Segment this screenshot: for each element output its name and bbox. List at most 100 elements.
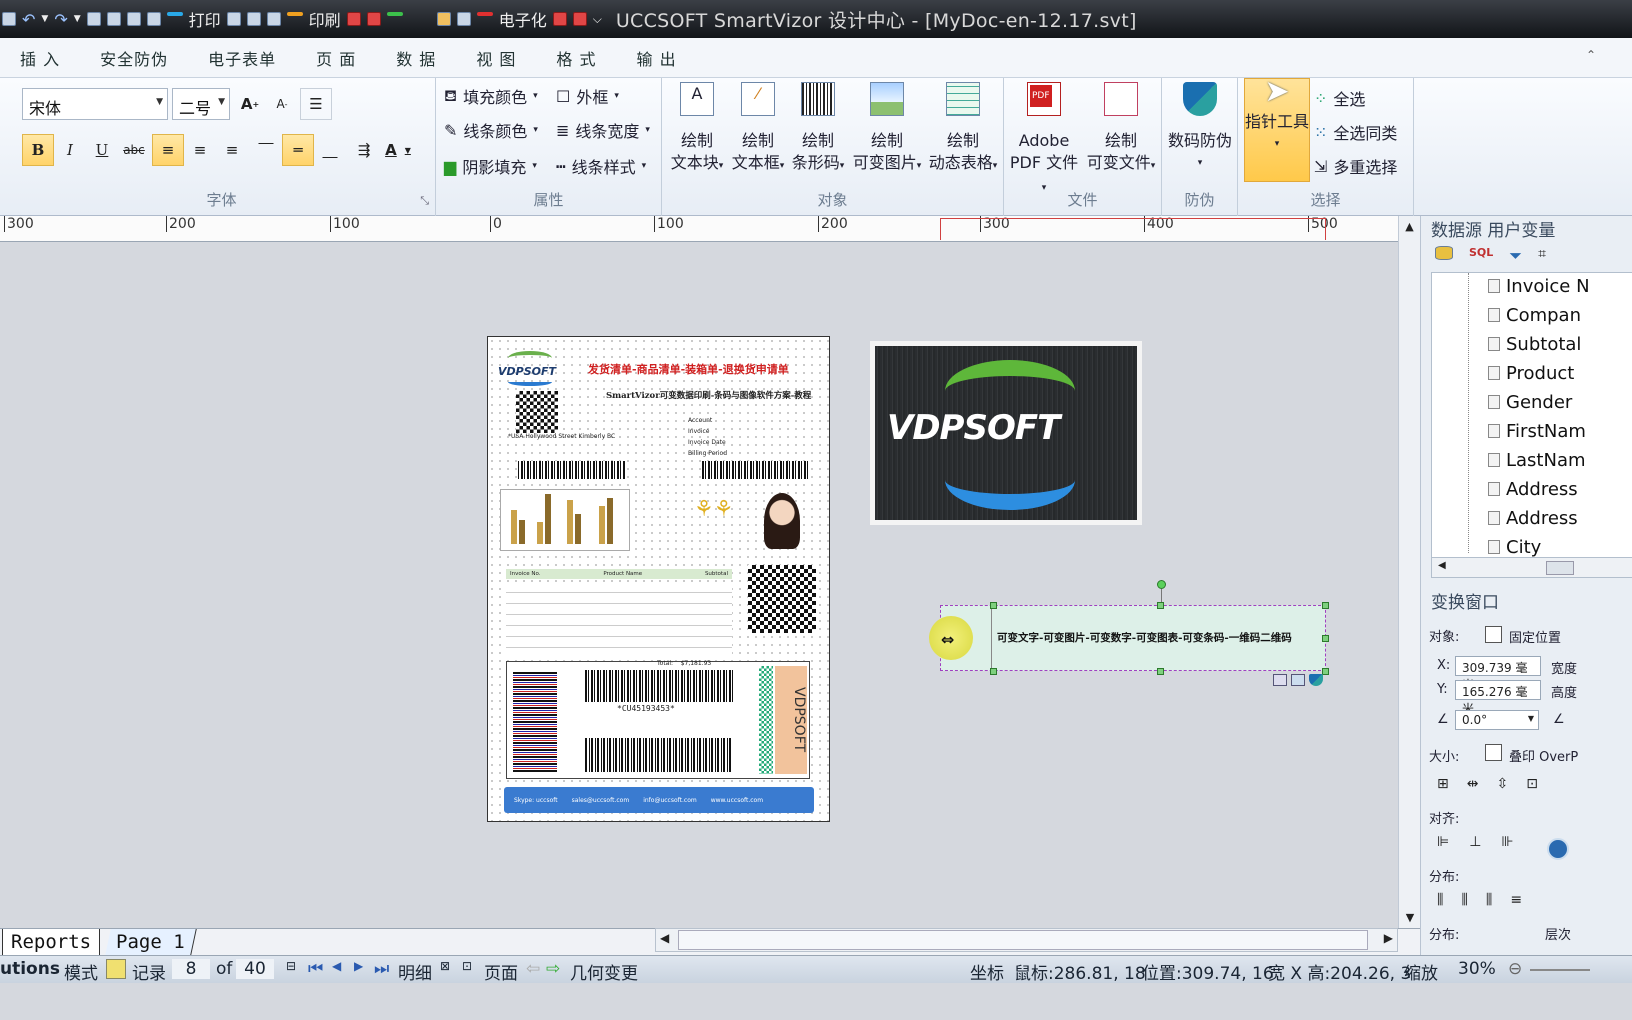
align-center-button[interactable]: ≡ bbox=[184, 134, 216, 166]
horizontal-scrollbar[interactable]: ◀ ▶ bbox=[655, 928, 1398, 952]
resize-handle[interactable] bbox=[990, 602, 997, 609]
digital-protect-button[interactable]: 数码防伪 ▾ bbox=[1164, 78, 1236, 188]
menu-format[interactable]: 格 式 bbox=[536, 46, 616, 70]
draw-barcode-button[interactable]: 绘制 条形码▾ bbox=[788, 78, 848, 188]
draw-variable-image-button[interactable]: 绘制 可变图片▾ bbox=[850, 78, 924, 188]
overprint-checkbox[interactable] bbox=[1485, 744, 1502, 761]
field-subtotal[interactable]: Subtotal bbox=[1488, 334, 1581, 355]
barcode-main[interactable] bbox=[585, 670, 733, 702]
database-link-icon[interactable] bbox=[1291, 674, 1305, 686]
field-city[interactable]: City bbox=[1488, 537, 1541, 558]
field-address2[interactable]: Address bbox=[1488, 508, 1578, 529]
scroll-right-icon[interactable]: ▶ bbox=[1384, 931, 1393, 945]
database-icon[interactable] bbox=[1435, 246, 1453, 260]
barcode-2[interactable] bbox=[702, 461, 810, 479]
scroll-thumb[interactable] bbox=[1546, 561, 1574, 575]
menu-output[interactable]: 输 出 bbox=[617, 46, 697, 70]
fill-color-button[interactable]: ⛾ 填充颜色 ▾ bbox=[444, 84, 538, 108]
distribute-center-icon[interactable]: ⫼ bbox=[1461, 892, 1467, 908]
earring-image[interactable]: ⚘⚘ bbox=[694, 497, 733, 541]
variable-text-object[interactable]: ⇔ 可变文字-可变图片-可变数字-可变图表-可变条码-一维码二维码 bbox=[929, 602, 1329, 686]
print-setup-icon[interactable] bbox=[226, 12, 241, 26]
customize-icon[interactable]: ⌵ bbox=[593, 12, 602, 27]
fit-both-icon[interactable]: ⊞ bbox=[1437, 776, 1449, 792]
print-button[interactable]: 打印 bbox=[189, 7, 221, 31]
grow-font-button[interactable]: A + bbox=[234, 88, 266, 120]
filter-icon[interactable]: ⏷ bbox=[1509, 246, 1522, 266]
scroll-thumb[interactable] bbox=[678, 930, 1368, 950]
field-company[interactable]: Compan bbox=[1488, 305, 1581, 326]
chevron-down-icon[interactable]: ▼ bbox=[74, 14, 81, 24]
valign-middle-button[interactable]: ═ bbox=[282, 134, 314, 166]
next-record-icon[interactable]: ▶ bbox=[354, 959, 363, 973]
record-current-input[interactable]: 8 bbox=[172, 959, 210, 979]
shrink-font-button[interactable]: A- bbox=[266, 88, 298, 120]
detail-prev-icon[interactable]: ⊠ bbox=[440, 959, 450, 973]
align-center-icon[interactable]: ⊥ bbox=[1469, 834, 1481, 850]
font-size-select[interactable]: 二号 ▼ bbox=[172, 88, 230, 120]
field-icon[interactable]: ⌗ bbox=[1538, 246, 1546, 266]
pdf-icon[interactable] bbox=[552, 12, 567, 26]
vdpsoft-logo-image[interactable]: VDPSOFT bbox=[870, 341, 1142, 525]
multi-select-button[interactable]: ⇲ 多重选择 bbox=[1314, 154, 1397, 178]
font-name-select[interactable]: 宋体 ▼ bbox=[22, 88, 168, 120]
scroll-up-icon[interactable]: ▲ bbox=[1399, 220, 1420, 233]
align-left-icon[interactable]: ⊫ bbox=[1437, 834, 1449, 850]
chevron-down-icon[interactable]: ▼ bbox=[41, 14, 48, 24]
page-setup-icon[interactable] bbox=[246, 12, 261, 26]
adobe-pdf-button[interactable]: PDF Adobe PDF 文件▾ bbox=[1008, 78, 1080, 193]
line-style-button[interactable]: ┅ 线条样式 ▾ bbox=[556, 154, 646, 178]
underline-button[interactable]: U bbox=[86, 134, 118, 166]
x-input[interactable]: 309.739 毫米 bbox=[1455, 656, 1541, 692]
fit-all-icon[interactable]: ⊡ bbox=[1526, 776, 1538, 792]
resize-handle[interactable] bbox=[1322, 635, 1329, 642]
collapse-ribbon-icon[interactable]: ⌃ bbox=[1586, 48, 1596, 62]
menu-page[interactable]: 页 面 bbox=[296, 46, 376, 70]
fixed-position-checkbox[interactable] bbox=[1485, 626, 1502, 643]
field-lastname[interactable]: LastNam bbox=[1488, 450, 1586, 471]
help-icon[interactable] bbox=[1547, 838, 1569, 860]
valign-top-button[interactable]: ⎺ bbox=[250, 134, 282, 166]
tab-page-1[interactable]: Page 1 bbox=[105, 929, 197, 955]
resize-handle[interactable] bbox=[1157, 668, 1164, 675]
preview-icon[interactable] bbox=[166, 12, 183, 16]
properties-icon[interactable] bbox=[1273, 674, 1287, 686]
detail-next-icon[interactable]: ⊡ bbox=[462, 959, 472, 973]
y-input[interactable]: 165.276 毫米 bbox=[1455, 680, 1541, 716]
printer-icon[interactable] bbox=[266, 12, 281, 26]
new-doc-icon[interactable] bbox=[86, 12, 101, 26]
menu-data[interactable]: 数 据 bbox=[376, 46, 456, 70]
last-record-icon[interactable]: ⏭ bbox=[374, 959, 389, 979]
page-prev-icon[interactable]: ⇦ bbox=[526, 959, 540, 979]
grid-icon[interactable] bbox=[146, 12, 161, 26]
field-gender[interactable]: Gender bbox=[1488, 392, 1572, 413]
valign-bottom-button[interactable]: ⎽ bbox=[314, 134, 346, 166]
scroll-left-icon[interactable]: ◀ bbox=[1438, 560, 1446, 571]
field-product[interactable]: Product bbox=[1488, 363, 1574, 384]
draw-textblock-button[interactable]: A 绘制 文本块▾ bbox=[668, 78, 726, 188]
qr-code-2[interactable] bbox=[748, 565, 816, 633]
save-icon[interactable] bbox=[126, 12, 141, 26]
vertical-scrollbar[interactable]: ▲ ▼ bbox=[1398, 216, 1420, 928]
menu-insert[interactable]: 插 入 bbox=[0, 46, 80, 70]
mode-icon[interactable] bbox=[106, 959, 126, 979]
wrap-text-button[interactable]: ⇶ bbox=[348, 134, 380, 166]
resize-handle[interactable] bbox=[990, 668, 997, 675]
align-right-button[interactable]: ≡ bbox=[216, 134, 248, 166]
redo-icon[interactable]: ↷ bbox=[54, 10, 67, 29]
zoom-out-icon[interactable]: ⊖ bbox=[1508, 959, 1522, 979]
align-right-icon[interactable]: ⊪ bbox=[1501, 834, 1513, 850]
pdf-icon[interactable] bbox=[572, 12, 587, 26]
distribute-left-icon[interactable]: ⫼ bbox=[1437, 892, 1443, 908]
align-left-button[interactable]: ≡ bbox=[152, 134, 184, 166]
portrait-image[interactable] bbox=[764, 493, 800, 549]
zoom-slider[interactable] bbox=[1530, 969, 1590, 971]
fit-height-icon[interactable]: ⇳ bbox=[1496, 776, 1508, 792]
barcode-lower[interactable] bbox=[585, 738, 733, 772]
menu-security[interactable]: 安全防伪 bbox=[80, 46, 188, 70]
resize-handle[interactable] bbox=[1322, 602, 1329, 609]
scroll-left-icon[interactable]: ◀ bbox=[660, 931, 669, 945]
bold-button[interactable]: B bbox=[22, 134, 54, 166]
rotate-handle[interactable] bbox=[1157, 580, 1166, 589]
resize-handle[interactable] bbox=[1322, 668, 1329, 675]
